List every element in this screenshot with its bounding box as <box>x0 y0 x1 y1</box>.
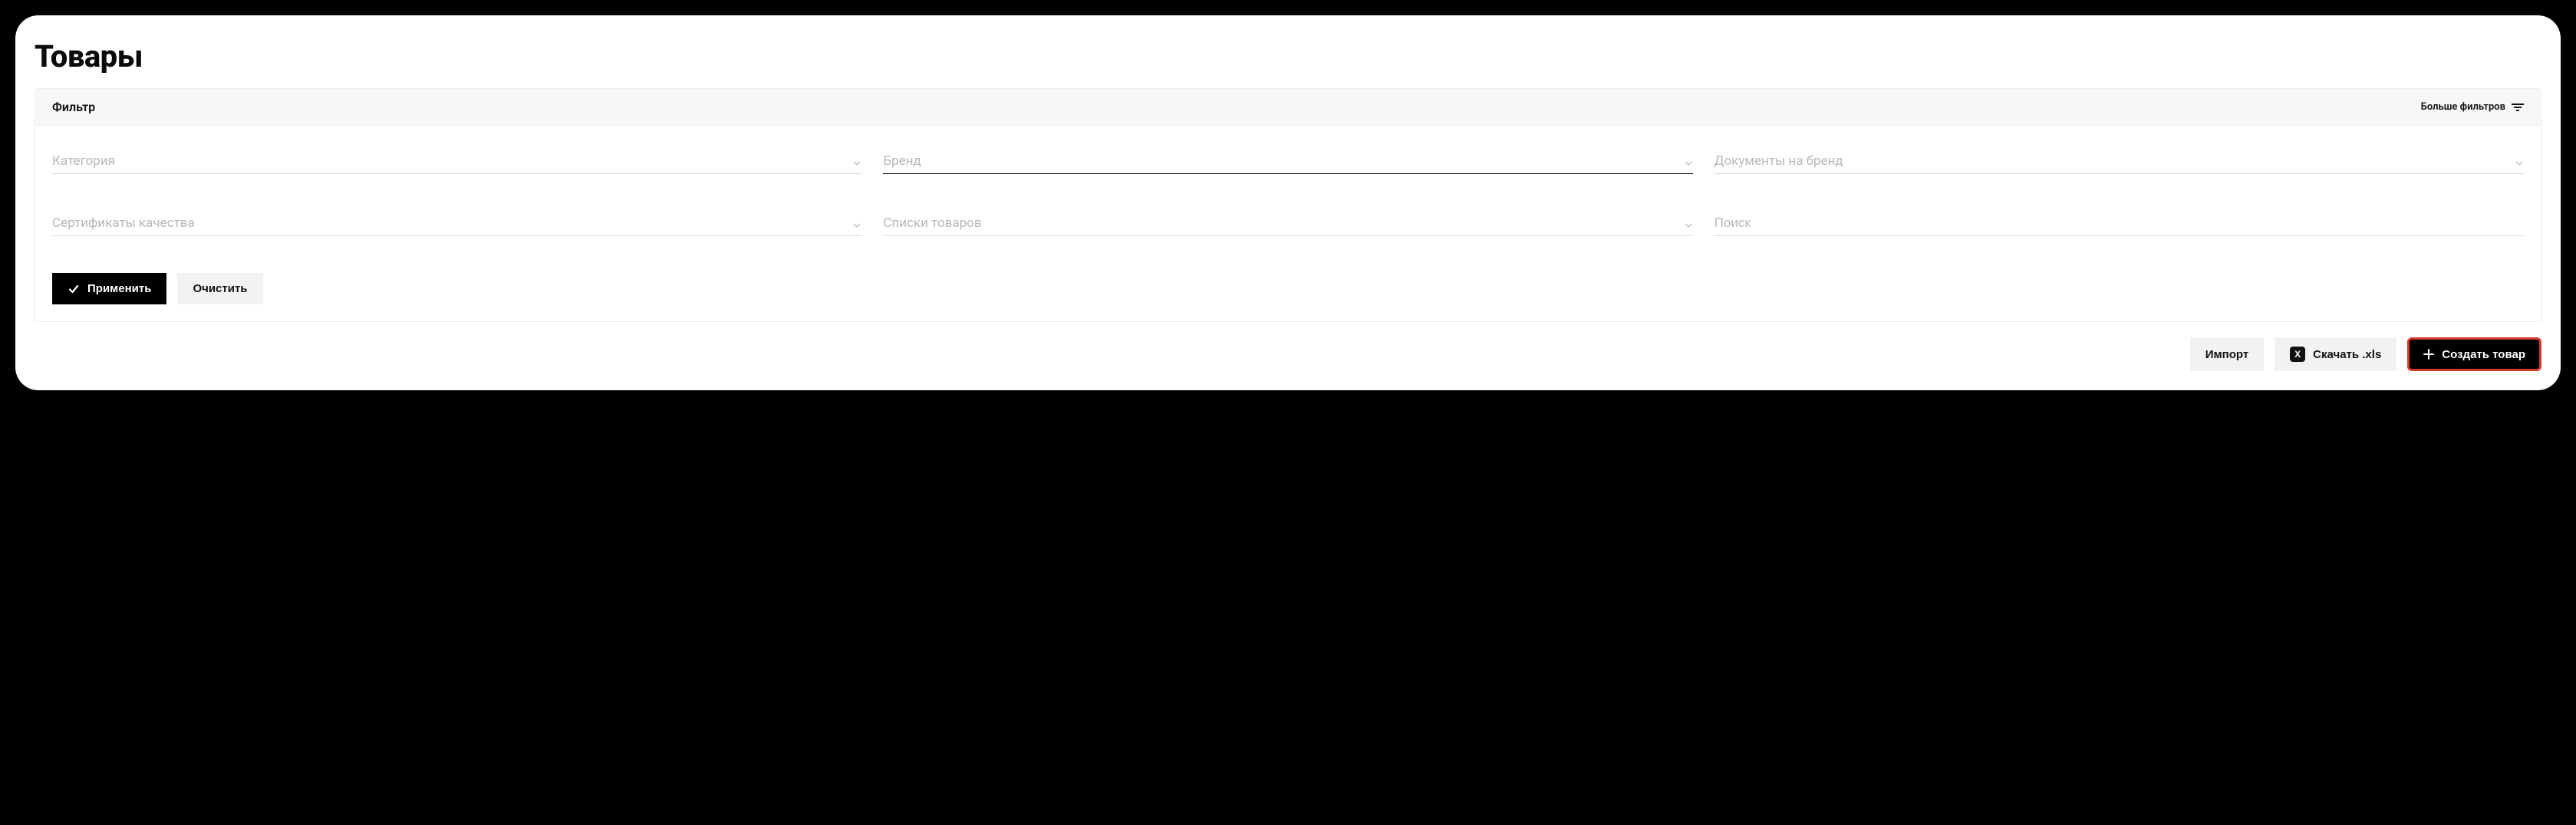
products-card: Товары Фильтр Больше фильтров Категория <box>15 15 2561 390</box>
chevron-down-icon <box>852 156 861 166</box>
import-button[interactable]: Импорт <box>2190 337 2264 371</box>
filter-actions: Применить Очистить <box>52 273 2524 304</box>
xls-badge-icon: X <box>2290 347 2305 362</box>
filter-panel: Фильтр Больше фильтров Категория Бренд <box>35 88 2541 322</box>
filter-row-1: Категория Бренд Документы на бренд <box>52 149 2524 174</box>
clear-button[interactable]: Очистить <box>177 273 262 304</box>
brand-label: Бренд <box>883 153 921 169</box>
category-label: Категория <box>52 153 115 169</box>
brand-select[interactable]: Бренд <box>883 149 1692 174</box>
brand-docs-label: Документы на бренд <box>1715 153 1843 169</box>
lists-label: Списки товаров <box>883 215 981 231</box>
chevron-down-icon <box>1684 219 1693 228</box>
category-select[interactable]: Категория <box>52 149 861 174</box>
check-icon <box>68 283 80 295</box>
apply-button[interactable]: Применить <box>52 273 166 304</box>
filter-title: Фильтр <box>52 100 95 114</box>
filter-row-2: Сертификаты качества Списки товаров <box>52 211 2524 236</box>
lists-select[interactable]: Списки товаров <box>883 211 1692 236</box>
certs-label: Сертификаты качества <box>52 215 195 231</box>
brand-docs-select[interactable]: Документы на бренд <box>1715 149 2524 174</box>
xls-label: Скачать .xls <box>2313 348 2381 361</box>
page-title: Товары <box>35 38 2541 74</box>
search-input[interactable] <box>1715 215 2524 231</box>
more-filters-label: Больше фильтров <box>2421 101 2505 113</box>
more-filters-button[interactable]: Больше фильтров <box>2421 101 2524 113</box>
search-field[interactable] <box>1715 211 2524 236</box>
create-label: Создать товар <box>2442 348 2525 361</box>
create-product-button[interactable]: Создать товар <box>2407 337 2541 371</box>
download-xls-button[interactable]: X Скачать .xls <box>2275 337 2396 371</box>
apply-label: Применить <box>87 282 151 295</box>
bottom-actions: Импорт X Скачать .xls Создать товар <box>35 337 2541 371</box>
clear-label: Очистить <box>193 282 247 295</box>
chevron-down-icon <box>852 219 861 228</box>
import-label: Импорт <box>2205 348 2248 361</box>
filter-icon <box>2512 104 2524 111</box>
filter-header: Фильтр Больше фильтров <box>35 89 2541 126</box>
certs-select[interactable]: Сертификаты качества <box>52 211 861 236</box>
chevron-down-icon <box>2515 156 2524 166</box>
chevron-down-icon <box>1684 156 1693 166</box>
plus-icon <box>2423 349 2434 360</box>
filter-body: Категория Бренд Документы на бренд <box>35 126 2541 321</box>
